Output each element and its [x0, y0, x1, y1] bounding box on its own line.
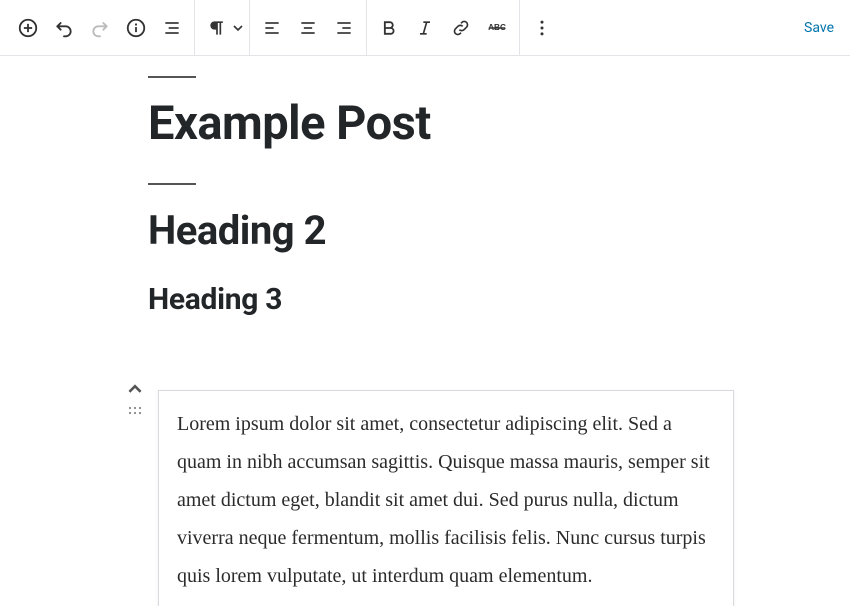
save-button[interactable]: Save	[794, 20, 844, 36]
drag-handle-icon	[128, 406, 142, 416]
editor-toolbar: ABC Save	[0, 0, 850, 56]
align-left-icon	[262, 18, 282, 38]
chevron-down-icon	[233, 23, 243, 33]
link-icon	[451, 18, 471, 38]
block-mover	[128, 382, 142, 416]
toolbar-group-format: ABC	[367, 0, 520, 56]
drag-handle[interactable]	[128, 406, 142, 416]
paragraph-block[interactable]: Lorem ipsum dolor sit amet, consectetur …	[158, 390, 734, 606]
italic-icon	[415, 18, 435, 38]
align-center-icon	[298, 18, 318, 38]
align-right-button[interactable]	[326, 10, 362, 46]
align-left-button[interactable]	[254, 10, 290, 46]
post-title[interactable]: Example Post	[148, 96, 748, 151]
title-rule	[148, 76, 196, 78]
heading-2-block[interactable]: Heading 2	[148, 207, 748, 254]
outline-button[interactable]	[154, 10, 190, 46]
editor-canvas: Example Post Heading 2 Heading 3 Lorem i…	[0, 56, 850, 317]
info-icon	[125, 17, 147, 39]
move-up-button[interactable]	[128, 382, 142, 396]
chevron-up-icon	[128, 382, 142, 396]
heading-3-block[interactable]: Heading 3	[148, 282, 748, 317]
undo-button[interactable]	[46, 10, 82, 46]
undo-icon	[54, 18, 74, 38]
more-options-button[interactable]	[524, 10, 560, 46]
paragraph-icon	[207, 18, 227, 38]
align-right-icon	[334, 18, 354, 38]
toolbar-group-document	[6, 0, 195, 56]
italic-button[interactable]	[407, 10, 443, 46]
plus-circle-icon	[17, 17, 39, 39]
bold-icon	[379, 18, 399, 38]
info-button[interactable]	[118, 10, 154, 46]
toolbar-group-align	[250, 0, 367, 56]
toolbar-group-more	[520, 0, 564, 56]
block-type-button[interactable]	[199, 10, 235, 46]
strikethrough-button[interactable]: ABC	[479, 10, 515, 46]
bold-button[interactable]	[371, 10, 407, 46]
list-outline-icon	[162, 18, 182, 38]
add-block-button[interactable]	[10, 10, 46, 46]
link-button[interactable]	[443, 10, 479, 46]
heading-rule	[148, 183, 196, 185]
redo-icon	[90, 18, 110, 38]
toolbar-group-block-type	[195, 0, 250, 56]
strikethrough-icon: ABC	[486, 17, 508, 39]
align-center-button[interactable]	[290, 10, 326, 46]
redo-button[interactable]	[82, 10, 118, 46]
block-type-dropdown[interactable]	[231, 23, 245, 33]
more-vertical-icon	[532, 18, 552, 38]
